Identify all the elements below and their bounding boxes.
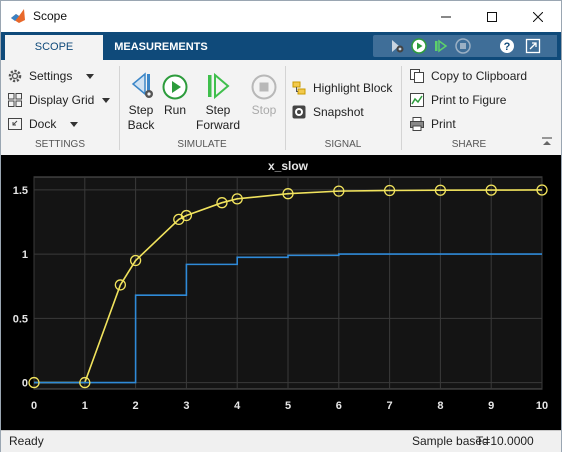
chevron-down-icon [70, 121, 79, 127]
highlight-block-label: Highlight Block [313, 81, 393, 95]
gear-icon [7, 68, 23, 84]
settings-run-icon [392, 40, 404, 53]
stop-icon [247, 66, 281, 100]
section-divider [119, 66, 120, 150]
section-divider [401, 66, 402, 150]
scope-window: Scope SCOPE MEASUREMENTS ? Settings Disp… [0, 0, 562, 452]
display-grid-dropdown[interactable]: Display Grid [7, 90, 111, 110]
x-tick-label: 3 [183, 400, 189, 412]
run-label: Run [163, 103, 186, 117]
section-label-settings: SETTINGS [34, 139, 85, 150]
y-tick-label: 1.5 [13, 185, 28, 197]
step-back-button[interactable]: Step Back [123, 66, 159, 133]
undock-icon [525, 38, 541, 54]
minimize-button[interactable] [423, 1, 469, 32]
section-label-simulate: SIMULATE [177, 139, 227, 150]
x-tick-label: 0 [31, 400, 37, 412]
close-icon [533, 11, 543, 22]
x-tick-label: 1 [82, 400, 88, 412]
stop-quick-button[interactable] [453, 37, 473, 55]
tab-scope[interactable]: SCOPE [5, 35, 103, 60]
title-bar: Scope [1, 1, 561, 32]
undock-button[interactable] [523, 37, 543, 55]
stop-label: Stop [251, 103, 277, 117]
simulation-time-text: T=10.0000 [476, 434, 534, 448]
scope-display: x_slow 0 1 2 3 4 5 6 7 8 9 10 0 0.5 1 1.5 [1, 155, 561, 430]
copy-to-clipboard-button[interactable]: Copy to Clipboard [409, 66, 527, 86]
minimize-icon [441, 16, 451, 17]
collapse-toolstrip-icon[interactable] [541, 137, 553, 147]
stop-icon [455, 38, 471, 54]
copy-to-clipboard-label: Copy to Clipboard [431, 69, 528, 83]
x-tick-label: 8 [437, 400, 443, 412]
step-forward-quick-button[interactable] [431, 37, 451, 55]
chevron-down-icon [102, 97, 111, 103]
dock-icon [7, 116, 23, 132]
close-button[interactable] [515, 1, 561, 32]
print-to-figure-label: Print to Figure [431, 93, 507, 107]
section-label-share: SHARE [451, 139, 487, 150]
print-button[interactable]: Print [409, 114, 456, 134]
maximize-icon [487, 11, 497, 22]
tab-measurements[interactable]: MEASUREMENTS [111, 35, 211, 60]
maximize-button[interactable] [469, 1, 515, 32]
chevron-down-icon [86, 73, 95, 79]
copy-icon [409, 68, 425, 84]
step-forward-button[interactable]: Step Forward [193, 66, 243, 133]
settings-run-button[interactable] [387, 37, 407, 55]
print-to-figure-button[interactable]: Print to Figure [409, 90, 506, 110]
x-tick-label: 9 [488, 400, 494, 412]
settings-dropdown[interactable]: Settings [7, 66, 95, 86]
step-back-label-1: Step [128, 103, 154, 117]
x-tick-label: 5 [285, 400, 291, 412]
status-bar: Ready Sample based T=10.0000 [1, 430, 561, 452]
step-forward-label-2: Forward [195, 118, 240, 132]
help-icon: ? [500, 39, 514, 53]
printer-icon [409, 116, 425, 132]
chart-title: x_slow [268, 159, 309, 173]
settings-label: Settings [29, 69, 73, 83]
highlight-block-button[interactable]: Highlight Block [291, 78, 392, 98]
snapshot-label: Snapshot [313, 105, 364, 119]
svg-text:?: ? [504, 41, 511, 53]
x-tick-label: 4 [234, 400, 241, 412]
y-tick-label: 1 [22, 249, 28, 261]
dock-label: Dock [29, 117, 57, 131]
x-tick-label: 10 [536, 400, 548, 412]
window-title: Scope [33, 9, 68, 23]
section-divider [285, 66, 286, 150]
y-tick-label: 0 [22, 378, 28, 390]
print-to-figure-icon [409, 92, 425, 108]
step-forward-icon [435, 39, 448, 53]
step-back-icon [123, 66, 159, 100]
section-label-signal: SIGNAL [324, 139, 362, 150]
x-tick-label: 6 [336, 400, 342, 412]
print-label: Print [431, 117, 456, 131]
status-text: Ready [9, 434, 44, 448]
step-forward-icon [193, 66, 243, 100]
run-icon [411, 38, 427, 54]
x-tick-label: 2 [133, 400, 139, 412]
stop-button[interactable]: Stop [247, 66, 281, 118]
display-grid-label: Display Grid [29, 93, 95, 107]
step-back-label-2: Back [127, 118, 155, 132]
help-button[interactable]: ? [497, 37, 517, 55]
x-tick-label: 7 [387, 400, 393, 412]
run-icon [159, 66, 191, 100]
quick-access-toolbar: ? [373, 35, 557, 57]
run-quick-button[interactable] [409, 37, 429, 55]
y-tick-label: 0.5 [13, 313, 28, 325]
snapshot-button[interactable]: Snapshot [291, 102, 364, 122]
run-button[interactable]: Run [159, 66, 191, 118]
step-forward-label-1: Step [205, 103, 231, 117]
highlight-block-icon [291, 80, 307, 96]
dock-dropdown[interactable]: Dock [7, 114, 79, 134]
grid-layout-icon [7, 92, 23, 108]
plot-svg[interactable]: x_slow 0 1 2 3 4 5 6 7 8 9 10 0 0.5 1 1.5 [1, 155, 561, 430]
matlab-logo-icon [11, 9, 25, 23]
toolstrip: Settings Display Grid Dock SETTINGS Step… [1, 60, 561, 156]
snapshot-icon [291, 104, 307, 120]
